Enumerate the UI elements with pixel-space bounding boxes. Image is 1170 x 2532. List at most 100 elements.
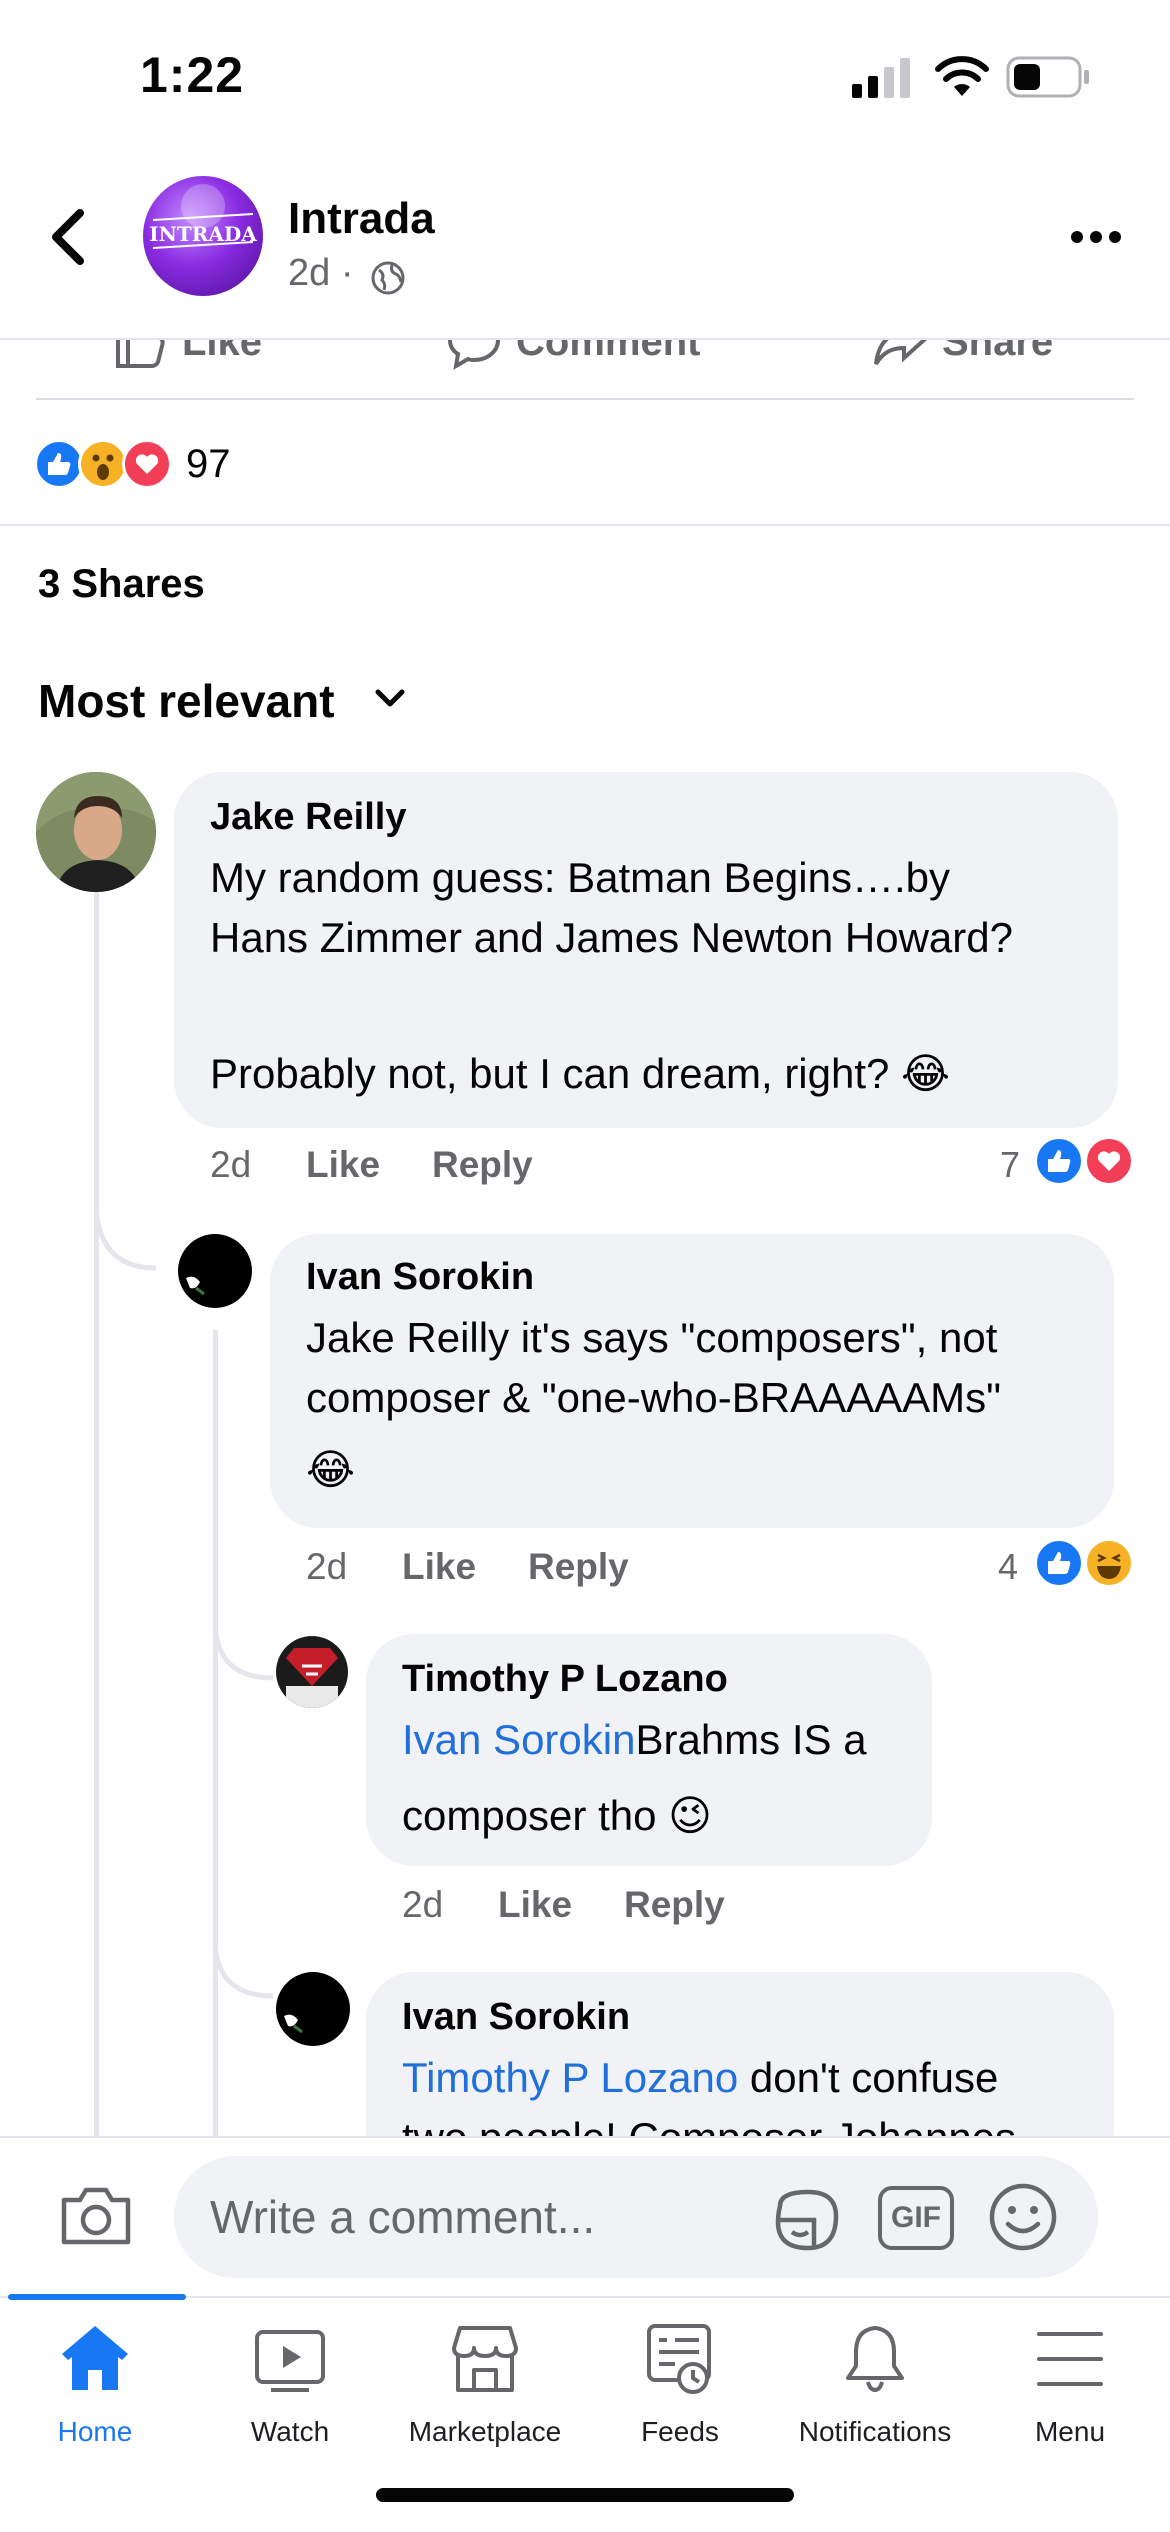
avatar[interactable] [178,1234,252,1308]
comment-action-label: Comment [516,340,701,364]
wifi-icon [935,56,989,96]
comment-reply-button[interactable]: Reply [432,1144,533,1186]
watch-icon [255,2330,325,2392]
tab-label: Home [57,2416,133,2447]
comment-age: 2d [402,1884,444,1925]
thumbs-up-icon [116,340,165,368]
comment-text-line: composer tho 😉 [402,1792,712,1839]
back-arrow-icon[interactable] [44,205,94,269]
reaction-count: 97 [186,441,231,486]
haha-reaction-icon [1084,1538,1134,1588]
comment-reaction-count: 7 [1000,1144,1021,1185]
page-logo-text: INTRADA [149,222,257,246]
globe-icon [371,261,405,295]
bird-silhouette-icon [186,1276,205,1296]
comment-text-line: Jake Reilly it's says "composers", not [306,1314,998,1361]
comment-like-button[interactable]: Like [306,1144,380,1186]
sort-dropdown-label[interactable]: Most relevant [38,674,335,728]
bell-icon [846,2326,904,2392]
comment-text-line: composer & "one-who-BRAAAAAMs" [306,1374,1002,1421]
tab-feeds[interactable]: Feeds [585,2320,775,2448]
thread-connector [213,1938,274,1999]
superhero-logo-icon [286,1648,338,1708]
comment-age: 2d [210,1144,252,1185]
comment-age: 2d [306,1546,348,1587]
bird-silhouette-icon [284,2014,303,2034]
chevron-down-icon[interactable] [374,688,406,710]
comment-reply-button[interactable]: Reply [624,1884,725,1926]
comment-author[interactable]: Ivan Sorokin [306,1256,534,1299]
avatar[interactable] [276,1972,350,2046]
cellular-signal-icon [852,58,910,98]
like-reaction-icon [1034,1136,1084,1186]
gif-button[interactable]: GIF [878,2186,954,2250]
comment-like-button[interactable]: Like [498,1884,572,1926]
post-age: 2d [288,252,331,294]
status-time: 1:22 [140,47,245,103]
tab-menu[interactable]: Menu [975,2320,1165,2448]
summary-divider [0,524,1170,526]
comment-input-placeholder: Write a comment... [210,2191,596,2243]
love-reaction-icon [122,439,172,489]
comment-author[interactable]: Jake Reilly [210,796,406,839]
avatar[interactable] [276,1636,348,1708]
comment-author[interactable]: Ivan Sorokin [402,1996,630,2039]
like-reaction-icon [1034,1538,1084,1588]
page-name[interactable]: Intrada [288,194,435,244]
comment-text-line: Probably not, but I can dream, right? 😂 [210,1050,951,1097]
tab-watch[interactable]: Watch [195,2320,385,2448]
like-reaction-icon [34,439,84,489]
sticker-icon[interactable] [770,2186,846,2254]
tab-marketplace[interactable]: Marketplace [390,2320,580,2448]
menu-icon [1037,2332,1103,2386]
tab-label: Feeds [641,2416,719,2447]
comment-text-line: Timothy P Lozano don't confuse [402,2054,999,2101]
share-action-button[interactable]: Share [872,340,1053,370]
meta-dot: · [340,252,354,294]
comment-text-line: Hans Zimmer and James Newton Howard? [210,914,1013,961]
tab-label: Marketplace [408,2416,562,2447]
shares-count[interactable]: 3 Shares [38,562,205,607]
comment-like-button[interactable]: Like [402,1546,476,1588]
comment-reaction-count: 4 [998,1546,1019,1587]
comment-text-line: Ivan SorokinBrahms IS a [402,1716,867,1763]
comment-action-button[interactable]: Comment [446,340,700,370]
more-options-icon[interactable] [1070,230,1122,244]
comment-text-line: My random guess: Batman Begins….by [210,854,951,901]
person-photo-icon [36,772,156,892]
avatar[interactable] [36,772,156,892]
comment-reply-button[interactable]: Reply [528,1546,629,1588]
actions-divider [36,398,1134,400]
home-indicator [376,2488,794,2502]
camera-icon[interactable] [58,2184,134,2248]
thread-line-level2 [213,1330,218,2136]
comment-bubble-clip: Ivan Sorokin Timothy P Lozano don't conf… [366,1972,1114,2136]
active-tab-indicator [8,2294,186,2300]
marketplace-icon [452,2326,518,2392]
tab-label: Menu [1034,2416,1106,2447]
tab-notifications[interactable]: Notifications [780,2320,970,2448]
like-action-button[interactable]: Like [112,340,262,370]
post-actions-row: Like Comment Share [0,340,1170,398]
comment-text-line: two people! Composer Johannes [402,2108,1016,2136]
mention-link[interactable]: Timothy P Lozano [402,2054,738,2101]
battery-icon [1006,56,1089,98]
thread-line-level1 [94,892,99,2136]
like-action-label: Like [182,340,263,364]
share-action-label: Share [942,340,1054,364]
tab-label: Notifications [798,2416,952,2447]
comment-author[interactable]: Timothy P Lozano [402,1658,728,1701]
share-arrow-icon [874,340,927,366]
page-avatar[interactable]: INTRADA [143,176,263,296]
mention-link[interactable]: Ivan Sorokin [402,1716,635,1763]
comment-text-line: 😂 [306,1446,356,1493]
home-icon [62,2326,128,2390]
comment-bubble-icon [447,340,501,370]
thread-connector [94,1200,157,1271]
reaction-summary[interactable]: 97 [34,438,231,490]
tab-home[interactable]: Home [0,2320,190,2448]
feeds-icon [647,2324,711,2394]
emoji-icon[interactable] [988,2182,1058,2252]
thread-connector [213,1620,274,1681]
post-meta: 2d · [288,252,354,295]
